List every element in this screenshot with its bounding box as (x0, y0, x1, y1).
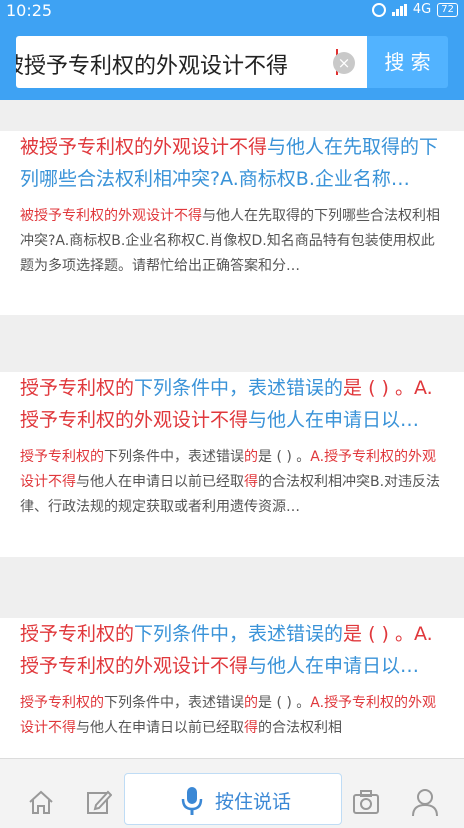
result-title[interactable]: 授予专利权的下列条件中，表述错误的是 ( ) 。A.授予专利权的外观设计不得与他… (20, 618, 442, 682)
highlighted-text: 授予专利权的 (20, 623, 135, 645)
highlighted-text: 的 (244, 695, 258, 711)
plain-text: 与他人在申请日以前已经取 (76, 474, 244, 490)
hold-to-talk-button[interactable]: 按住说话 (124, 773, 342, 825)
plain-text: 是 ( ) 。 (258, 449, 311, 465)
highlighted-text: 得 (244, 474, 258, 490)
plain-text: 的合法权利相 (258, 720, 342, 736)
result-card[interactable]: 授予专利权的下列条件中，表述错误的是 ( ) 。A.授予专利权的外观设计不得与他… (0, 618, 464, 758)
battery-icon: 72 (437, 2, 458, 17)
result-snippet: 授予专利权的下列条件中，表述错误的是 ( ) 。A.授予专利权的外观设计不得与他… (20, 445, 442, 520)
plain-text: 下列条件中，表述错误 (104, 695, 244, 711)
home-icon[interactable] (28, 789, 54, 815)
bottom-bar: 按住说话 (0, 758, 464, 828)
highlighted-text: 得 (244, 720, 258, 736)
status-indicators: 4G 72 (371, 2, 458, 17)
network-type: 4G (412, 2, 432, 17)
user-icon[interactable] (410, 787, 440, 817)
highlighted-text: 授予专利权的 (20, 449, 104, 465)
highlighted-text: 授予专利权的 (20, 377, 135, 399)
edit-icon[interactable] (86, 789, 112, 815)
plain-text: 下列条件中，表述错误 (104, 449, 244, 465)
status-time: 10:25 (6, 1, 53, 20)
search-button[interactable]: 搜 索 (367, 36, 448, 88)
mic-icon (181, 787, 203, 815)
plain-text: 与他人在申请日以前已经取 (76, 720, 244, 736)
camera-icon[interactable] (352, 789, 380, 815)
plain-text: 下列条件中，表述错误的 (134, 623, 344, 645)
result-title[interactable]: 被授予专利权的外观设计不得与他人在先取得的下列哪些合法权利相冲突?A.商标权B.… (20, 131, 442, 195)
clear-icon[interactable]: × (333, 52, 355, 74)
hold-to-talk-label: 按住说话 (215, 791, 292, 813)
highlighted-text: 授予专利权的 (20, 695, 104, 711)
result-title[interactable]: 授予专利权的下列条件中，表述错误的是 ( ) 。A.授予专利权的外观设计不得与他… (20, 372, 442, 436)
highlighted-text: 被授予专利权的外观设计不得 (20, 136, 268, 158)
result-snippet: 被授予专利权的外观设计不得与他人在先取得的下列哪些合法权利相冲突?A.商标权B.… (20, 204, 442, 279)
search-input[interactable]: 被授予专利权的外观设计不得 (16, 36, 367, 88)
result-snippet: 授予专利权的下列条件中，表述错误的是 ( ) 。A.授予专利权的外观设计不得与他… (20, 691, 442, 741)
plain-text: 是 ( ) 。 (258, 695, 311, 711)
search-query-text: 被授予专利权的外观设计不得 (16, 54, 289, 79)
highlighted-text: 的 (244, 449, 258, 465)
plain-text: 下列条件中，表述错误的 (134, 377, 344, 399)
plain-text: 与他人在申请日以… (248, 409, 420, 431)
plain-text: 与他人在申请日以… (248, 655, 420, 677)
result-card[interactable]: 被授予专利权的外观设计不得与他人在先取得的下列哪些合法权利相冲突?A.商标权B.… (0, 131, 464, 315)
highlighted-text: 被授予专利权的外观设计不得 (20, 208, 202, 224)
alarm-icon (371, 2, 386, 17)
status-bar: 10:25 4G 72 (0, 0, 464, 22)
app-header: 10:25 4G 72 被授予专利权的外观设计不得 × 搜 索 (0, 0, 464, 100)
result-card[interactable]: 授予专利权的下列条件中，表述错误的是 ( ) 。A.授予专利权的外观设计不得与他… (0, 372, 464, 557)
signal-icon (391, 3, 407, 16)
